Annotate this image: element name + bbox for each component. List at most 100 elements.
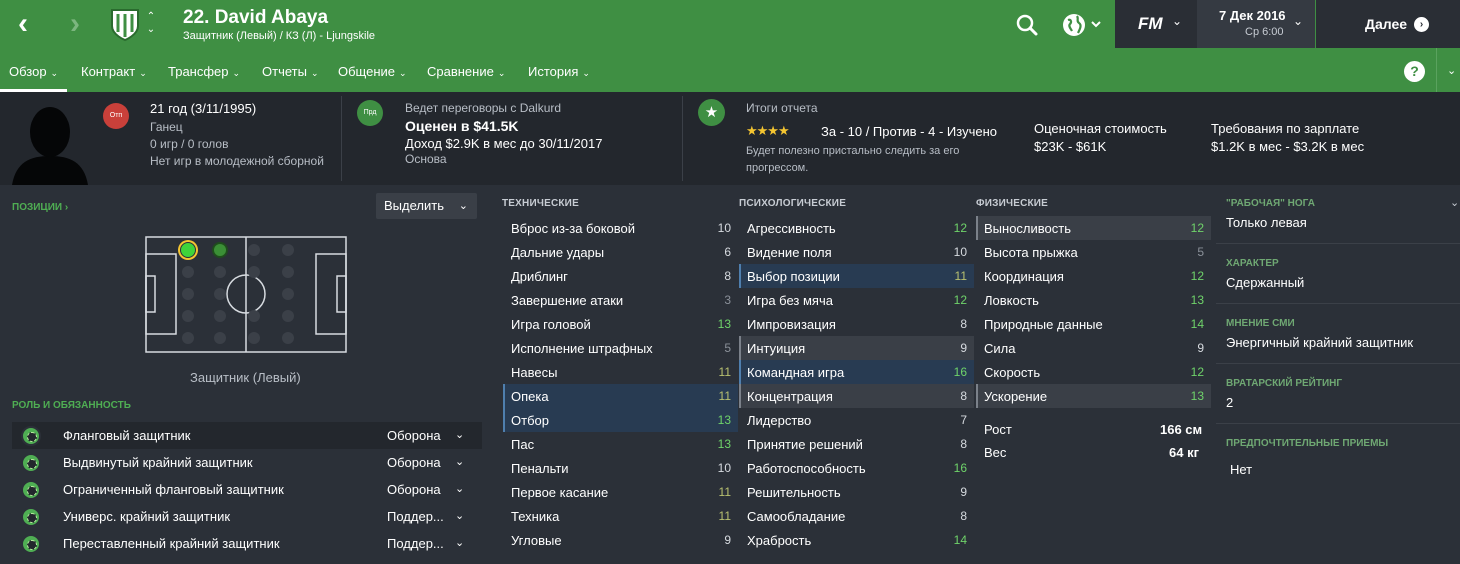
forward-arrow-icon[interactable]: ›	[70, 9, 100, 40]
position-pitch[interactable]	[140, 232, 352, 356]
chevron-down-icon[interactable]: ⌄	[1293, 14, 1303, 28]
attribute-row[interactable]: Сила 9	[976, 336, 1211, 360]
tab-reports[interactable]: Отчеты ⌄	[262, 55, 318, 92]
player-position-club: Защитник (Левый) / КЗ (Л) - Ljungskile	[183, 30, 376, 42]
attribute-row[interactable]: Исполнение штрафных 5	[503, 336, 738, 360]
globe-icon[interactable]	[1062, 12, 1104, 38]
attribute-row[interactable]: Навесы 11	[503, 360, 738, 384]
role-name: Выдвинутый крайний защитник	[63, 455, 253, 470]
media-description: Энергичный крайний защитник	[1226, 335, 1414, 350]
role-name: Фланговый защитник	[63, 428, 191, 443]
fm-logo[interactable]: FM	[1138, 14, 1163, 34]
attribute-row[interactable]: Природные данные 14	[976, 312, 1211, 336]
attribute-row[interactable]: Игра без мяча 12	[739, 288, 974, 312]
chevron-down-icon[interactable]: ⌄	[455, 509, 464, 522]
tab-comparison[interactable]: Сравнение ⌄	[427, 55, 505, 92]
attribute-name: Координация	[984, 269, 1064, 284]
attribute-row[interactable]: Выбор позиции 11	[739, 264, 974, 288]
search-icon[interactable]	[1014, 12, 1040, 38]
star-rating: ★★★★	[746, 123, 790, 138]
attribute-name: Навесы	[511, 365, 558, 380]
tab-transfer[interactable]: Трансфер ⌄	[168, 55, 240, 92]
attribute-name: Угловые	[511, 533, 562, 548]
attribute-row[interactable]: Импровизация 8	[739, 312, 974, 336]
tab-history[interactable]: История ⌄	[528, 55, 590, 92]
attribute-name: Пенальти	[511, 461, 569, 476]
attribute-row[interactable]: Угловые 9	[503, 528, 738, 552]
attribute-row[interactable]: Выносливость 12	[976, 216, 1211, 240]
attribute-row[interactable]: Интуиция 9	[739, 336, 974, 360]
attribute-row[interactable]: Пенальти 10	[503, 456, 738, 480]
attribute-row[interactable]: Ловкость 13	[976, 288, 1211, 312]
prev-next-player-icon[interactable]: ⌃ ⌄	[144, 10, 158, 36]
role-duty[interactable]: Оборона	[387, 482, 441, 497]
chevron-down-icon[interactable]: ⌄	[1172, 14, 1182, 28]
attribute-name: Видение поля	[747, 245, 832, 260]
attribute-value: 10	[717, 221, 731, 235]
chevron-down-icon[interactable]: ⌄	[455, 536, 464, 549]
continue-label[interactable]: Далее	[1365, 16, 1407, 32]
role-duty[interactable]: Поддер...	[387, 536, 444, 551]
chevron-down-icon[interactable]: ⌄	[1447, 64, 1456, 77]
role-suitability-icon	[21, 453, 41, 473]
attribute-row[interactable]: Игра головой 13	[503, 312, 738, 336]
attribute-value: 12	[1190, 269, 1204, 283]
back-arrow-icon[interactable]: ‹	[18, 9, 48, 40]
chevron-down-icon[interactable]: ⌄	[455, 482, 464, 495]
role-duty[interactable]: Оборона	[387, 455, 441, 470]
attribute-row[interactable]: Работоспособность 16	[739, 456, 974, 480]
chevron-down-icon[interactable]: ⌄	[455, 428, 464, 441]
attribute-row[interactable]: Концентрация 8	[739, 384, 974, 408]
attribute-row[interactable]: Дальние удары 6	[503, 240, 738, 264]
positions-title[interactable]: ПОЗИЦИИ ›	[12, 202, 68, 213]
attribute-value: 12	[953, 293, 967, 307]
attribute-row[interactable]: Принятие решений 8	[739, 432, 974, 456]
role-row[interactable]: Выдвинутый крайний защитник Оборона ⌄	[12, 449, 482, 476]
role-duty[interactable]: Поддер...	[387, 509, 444, 524]
role-row[interactable]: Фланговый защитник Оборона ⌄	[12, 422, 482, 449]
attribute-row[interactable]: Лидерство 7	[739, 408, 974, 432]
highlight-select[interactable]: Выделить ⌄	[376, 193, 477, 219]
attribute-value: 7	[960, 413, 967, 427]
attribute-row[interactable]: Самообладание 8	[739, 504, 974, 528]
attribute-row[interactable]: Пас 13	[503, 432, 738, 456]
divider	[1216, 423, 1460, 424]
tab-contract[interactable]: Контракт ⌄	[81, 55, 147, 92]
attribute-row[interactable]: Скорость 12	[976, 360, 1211, 384]
attribute-value: 14	[953, 533, 967, 547]
attribute-row[interactable]: Храбрость 14	[739, 528, 974, 552]
attribute-row[interactable]: Высота прыжка 5	[976, 240, 1211, 264]
attribute-row[interactable]: Видение поля 10	[739, 240, 974, 264]
attribute-row[interactable]: Завершение атаки 3	[503, 288, 738, 312]
attribute-row[interactable]: Координация 12	[976, 264, 1211, 288]
role-row[interactable]: Универс. крайний защитник Поддер... ⌄	[12, 503, 482, 530]
attribute-value: 5	[1197, 245, 1204, 259]
attribute-row[interactable]: Первое касание 11	[503, 480, 738, 504]
role-row[interactable]: Ограниченный фланговый защитник Оборона …	[12, 476, 482, 503]
role-row[interactable]: Переставленный крайний защитник Поддер..…	[12, 530, 482, 557]
attribute-row[interactable]: Решительность 9	[739, 480, 974, 504]
attribute-row[interactable]: Агрессивность 12	[739, 216, 974, 240]
club-badge-icon[interactable]	[110, 8, 140, 42]
attribute-name: Интуиция	[747, 341, 806, 356]
tab-overview[interactable]: Обзор ⌄	[0, 55, 68, 92]
status-badge[interactable]: Отп	[103, 103, 129, 129]
attribute-row[interactable]: Техника 11	[503, 504, 738, 528]
attribute-row[interactable]: Отбор 13	[503, 408, 738, 432]
attribute-name: Исполнение штрафных	[511, 341, 653, 356]
attribute-row[interactable]: Опека 11	[503, 384, 738, 408]
help-icon[interactable]: ?	[1404, 61, 1425, 82]
tab-interaction[interactable]: Общение ⌄	[338, 55, 407, 92]
chevron-down-icon[interactable]: ⌄	[455, 455, 464, 468]
attribute-value: 9	[960, 485, 967, 499]
height-value: 166 см	[1160, 422, 1203, 437]
attribute-row[interactable]: Дриблинг 8	[503, 264, 738, 288]
attribute-row[interactable]: Командная игра 16	[739, 360, 974, 384]
role-duty[interactable]: Оборона	[387, 428, 441, 443]
transfer-status-badge[interactable]: Прд	[357, 100, 383, 126]
attribute-row[interactable]: Ускорение 13	[976, 384, 1211, 408]
attribute-row[interactable]: Вброс из-за боковой 10	[503, 216, 738, 240]
chevron-down-icon[interactable]: ⌄	[1450, 196, 1459, 209]
attribute-value: 11	[718, 509, 731, 523]
continue-arrow-icon[interactable]: ›	[1414, 17, 1429, 32]
